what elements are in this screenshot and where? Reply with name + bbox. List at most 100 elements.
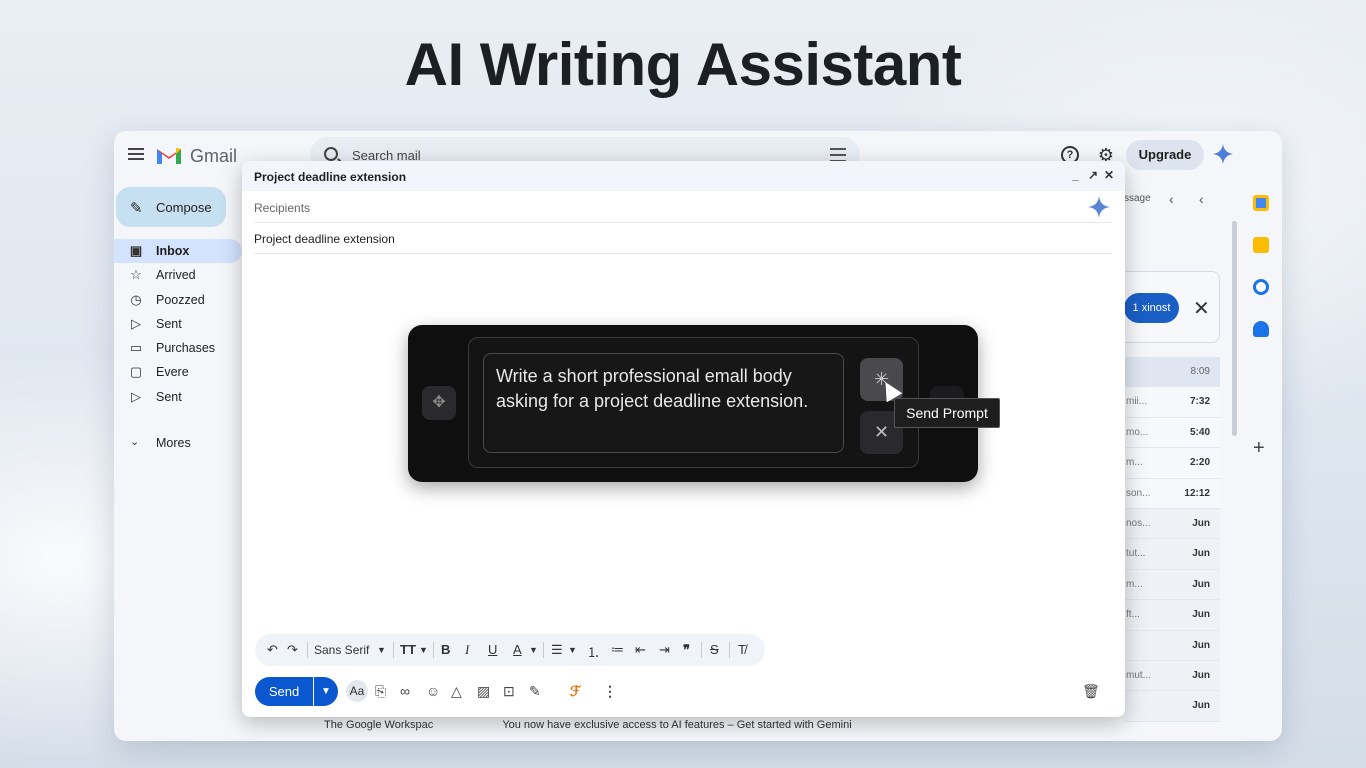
search-icon[interactable] bbox=[324, 147, 338, 161]
chevron-left-icon[interactable]: ‹ bbox=[1199, 191, 1204, 207]
divider bbox=[254, 222, 1112, 223]
clock-icon: ◷ bbox=[130, 291, 142, 307]
drive-icon[interactable]: △ bbox=[451, 683, 462, 700]
list-item[interactable]: The Google Workspac You now have exclusi… bbox=[324, 719, 852, 731]
notice-button[interactable]: 1 xinost bbox=[1124, 293, 1179, 323]
add-addon-icon[interactable]: + bbox=[1253, 437, 1265, 460]
sidebar-item-label: Arrived bbox=[156, 268, 196, 283]
sidebar-item-inbox[interactable]: ▣ Inbox bbox=[114, 239, 242, 264]
chevron-down-icon[interactable]: ▼ bbox=[419, 645, 428, 655]
indent-more-icon[interactable]: ⇥ bbox=[659, 642, 670, 658]
expand-icon[interactable]: ↗ bbox=[1088, 168, 1098, 182]
label-icon: ▭ bbox=[129, 340, 143, 356]
gemini-spark-icon[interactable] bbox=[1212, 143, 1234, 165]
sidebar-item-sent[interactable]: ▷ Sent bbox=[114, 312, 242, 336]
mail-subject: You now have exclusive access to AI feat… bbox=[502, 719, 852, 731]
indent-less-icon[interactable]: ⇤ bbox=[635, 642, 646, 658]
close-icon[interactable]: ✕ bbox=[1193, 296, 1210, 321]
table-row[interactable]: 8:09 bbox=[1124, 357, 1220, 388]
send-prompt-tooltip: Send Prompt bbox=[894, 398, 1000, 428]
quote-icon[interactable]: ❞ bbox=[683, 642, 690, 658]
table-row[interactable]: mii... 7:32 bbox=[1124, 387, 1220, 418]
formatting-options-button[interactable]: Aa bbox=[346, 680, 368, 702]
drag-handle-icon[interactable]: ✥ bbox=[422, 386, 456, 420]
more-options-icon[interactable]: ⋮ bbox=[603, 683, 617, 700]
calendar-icon[interactable] bbox=[1253, 195, 1269, 211]
align-icon[interactable]: ☰ bbox=[551, 642, 563, 658]
recipients-field[interactable]: Recipients bbox=[254, 201, 310, 215]
table-row[interactable]: son... 12:12 bbox=[1124, 478, 1220, 509]
bulleted-list-icon[interactable]: ≔ bbox=[611, 642, 624, 658]
table-row[interactable]: mo... 5:40 bbox=[1124, 417, 1220, 449]
mail-time: Jun bbox=[1192, 639, 1210, 651]
minimize-icon[interactable]: _ bbox=[1072, 168, 1079, 182]
search-options-icon[interactable] bbox=[830, 148, 846, 162]
sidebar-item-label: Sent bbox=[156, 389, 182, 404]
subject-field[interactable]: Project deadline extension bbox=[254, 232, 395, 246]
compose-button[interactable]: ✎ Compose bbox=[116, 187, 226, 227]
send-button[interactable]: Send bbox=[255, 677, 313, 706]
send-icon: ▷ bbox=[131, 315, 141, 331]
bold-icon[interactable]: B bbox=[441, 642, 450, 657]
sidebar-item-evere[interactable]: ▢ Evere bbox=[114, 360, 242, 384]
gemini-spark-icon[interactable] bbox=[1087, 195, 1111, 219]
text-color-icon[interactable]: A bbox=[513, 642, 522, 657]
clear-format-icon[interactable]: T̸ bbox=[738, 642, 746, 657]
sidebar-more[interactable]: ⌄ Mores bbox=[114, 431, 242, 455]
signature-icon[interactable]: ✎ bbox=[529, 683, 541, 700]
chevron-down-icon[interactable]: ▼ bbox=[377, 645, 386, 655]
undo-icon[interactable]: ↶ bbox=[267, 642, 278, 658]
mail-time: Jun bbox=[1192, 700, 1210, 712]
mail-sender: The Google Workspac bbox=[324, 719, 434, 731]
table-row[interactable]: m... 2:20 bbox=[1124, 448, 1220, 479]
compose-label: Compose bbox=[156, 200, 212, 215]
table-row[interactable]: ft... Jun bbox=[1124, 600, 1220, 631]
italic-icon[interactable]: I bbox=[465, 642, 469, 658]
sidebar-item-poozzed[interactable]: ◷ Poozzed bbox=[114, 288, 242, 312]
table-row[interactable]: mut... Jun bbox=[1124, 660, 1220, 692]
chevron-down-icon[interactable]: ▼ bbox=[529, 645, 538, 655]
chevron-left-icon[interactable]: ‹ bbox=[1169, 191, 1174, 207]
table-row[interactable]: nos... Jun bbox=[1124, 508, 1220, 540]
mail-time: Jun bbox=[1192, 609, 1210, 621]
tasks-icon[interactable] bbox=[1253, 279, 1269, 295]
sidebar-item-arrived[interactable]: ☆ Arrived bbox=[114, 263, 242, 287]
sidebar-item-label: Evere bbox=[156, 365, 189, 380]
emoji-icon[interactable]: ☺ bbox=[426, 683, 440, 699]
underline-icon[interactable]: U bbox=[488, 642, 497, 657]
divider bbox=[701, 642, 702, 658]
addon-icon[interactable]: ℱ bbox=[570, 683, 581, 700]
discard-draft-icon[interactable]: 🗑 bbox=[1082, 683, 1100, 700]
contacts-icon[interactable] bbox=[1253, 321, 1269, 337]
table-row[interactable]: Jun bbox=[1124, 630, 1220, 661]
numbered-list-icon[interactable]: ⒈ bbox=[587, 642, 600, 661]
mail-snippet: m... bbox=[1126, 457, 1143, 469]
ai-prompt-input[interactable]: Write a short professional emall body as… bbox=[483, 353, 844, 453]
redo-icon[interactable]: ↷ bbox=[287, 642, 298, 658]
photo-icon[interactable]: ▨ bbox=[477, 683, 490, 700]
table-row[interactable]: m... Jun bbox=[1124, 569, 1220, 601]
link-icon[interactable]: ∞ bbox=[400, 683, 410, 699]
app-name: Gmail bbox=[190, 146, 238, 166]
attach-icon[interactable]: ⎘ bbox=[375, 683, 386, 700]
font-select[interactable]: Sans Serif bbox=[314, 643, 369, 657]
scrollbar[interactable] bbox=[1232, 221, 1237, 436]
table-row[interactable]: tut... Jun bbox=[1124, 539, 1220, 570]
close-icon[interactable]: ✕ bbox=[1104, 168, 1114, 182]
lock-icon[interactable]: ⊡ bbox=[503, 683, 515, 700]
upgrade-button[interactable]: Upgrade bbox=[1126, 140, 1204, 170]
table-row[interactable]: Jun bbox=[1124, 691, 1220, 722]
sidebar-item-sent-2[interactable]: ▷ Sent bbox=[114, 385, 242, 409]
sidebar-item-purchases[interactable]: ▭ Purchases bbox=[114, 336, 242, 360]
sidebar-item-label: Sent bbox=[156, 316, 182, 331]
mail-time: 7:32 bbox=[1189, 396, 1210, 408]
keep-icon[interactable] bbox=[1253, 237, 1269, 253]
chevron-down-icon[interactable]: ▼ bbox=[568, 645, 577, 655]
font-size-icon[interactable]: TT bbox=[400, 642, 416, 657]
sidebar-item-label: Purchases bbox=[156, 341, 216, 356]
mail-time: Jun bbox=[1192, 578, 1210, 590]
gmail-logo-icon bbox=[157, 148, 181, 164]
strikethrough-icon[interactable]: S bbox=[710, 642, 719, 657]
main-menu-icon[interactable] bbox=[128, 148, 144, 160]
mail-snippet: son... bbox=[1126, 487, 1151, 499]
